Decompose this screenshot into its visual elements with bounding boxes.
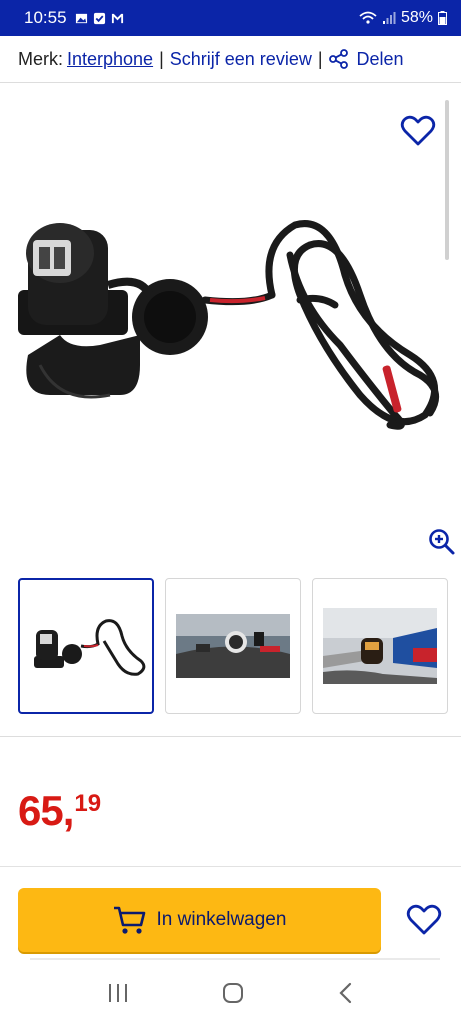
- share-button[interactable]: Delen: [328, 48, 404, 70]
- write-review-link[interactable]: Schrijf een review: [170, 49, 312, 70]
- wifi-icon: [359, 11, 377, 24]
- heart-icon: [406, 904, 442, 935]
- separator: |: [317, 48, 323, 69]
- brand-label: Merk:: [18, 48, 63, 69]
- main-product-image[interactable]: [0, 95, 461, 565]
- heart-icon: [400, 115, 436, 146]
- mounted-charger-thumbnail: [323, 608, 437, 684]
- status-bar: 10:55 58%: [0, 0, 461, 36]
- signal-icon: [382, 12, 396, 24]
- status-system-icons: 58%: [359, 9, 447, 27]
- back-icon[interactable]: [336, 981, 356, 1005]
- product-meta-row: Merk: Interphone | Schrijf een review | …: [0, 36, 461, 82]
- usb-charger-thumbnail: [34, 619, 146, 676]
- share-icon: [328, 49, 348, 69]
- share-label: Delen: [356, 48, 404, 69]
- gallery-icon: [75, 13, 87, 23]
- thumbnail-3[interactable]: [312, 578, 448, 714]
- brand-link[interactable]: Interphone: [67, 49, 153, 70]
- divider: [0, 82, 461, 83]
- thumbnail-gallery: [18, 578, 448, 714]
- divider: [30, 958, 440, 960]
- price-separator: ,: [62, 787, 75, 834]
- status-notification-icons: [75, 12, 124, 25]
- status-time: 10:55: [24, 8, 67, 27]
- system-navigation-bar: [0, 962, 461, 1024]
- check-icon: [93, 12, 105, 24]
- battery-percentage: 58%: [400, 9, 433, 26]
- price-cents: 19: [74, 790, 102, 817]
- zoom-button[interactable]: [428, 528, 456, 556]
- add-to-cart-label: In winkelwagen: [156, 909, 287, 930]
- divider: [0, 736, 461, 737]
- product-price: 65 , 19: [18, 790, 101, 832]
- thumbnail-2[interactable]: [165, 578, 301, 714]
- mail-icon: [111, 13, 123, 23]
- recent-apps-icon[interactable]: [106, 982, 130, 1004]
- add-to-cart-button[interactable]: In winkelwagen: [18, 888, 381, 952]
- price-whole: 65: [18, 787, 64, 834]
- thumbnail-1[interactable]: [18, 578, 154, 714]
- favorite-icon[interactable]: [400, 114, 436, 148]
- scroll-indicator[interactable]: [445, 100, 449, 260]
- cart-icon: [113, 906, 145, 934]
- home-icon[interactable]: [221, 981, 245, 1005]
- favorite-button[interactable]: [406, 903, 442, 937]
- motorcycle-handlebar-thumbnail: [176, 614, 290, 678]
- zoom-in-icon: [429, 529, 455, 555]
- battery-icon: [438, 11, 447, 25]
- separator: |: [159, 48, 164, 69]
